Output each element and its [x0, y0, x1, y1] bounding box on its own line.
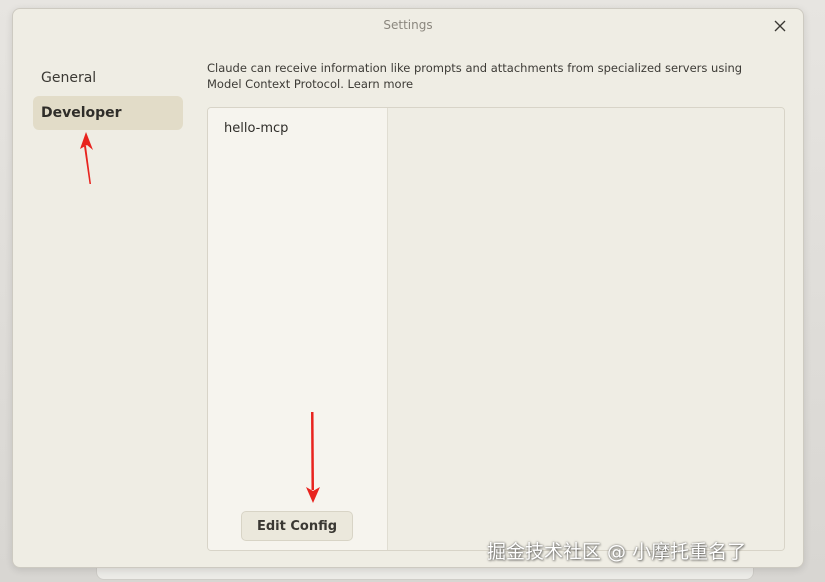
sidebar-item-developer[interactable]: Developer — [33, 96, 183, 130]
window-title: Settings — [383, 18, 433, 32]
watermark: 掘金技术社区 @ 小摩托重名了 — [487, 541, 747, 563]
titlebar: Settings — [13, 9, 803, 43]
mcp-servers-panel: hello-mcp Edit Config — [207, 107, 785, 551]
description-text: Claude can receive information like prom… — [207, 61, 743, 91]
server-item-hello-mcp[interactable]: hello-mcp — [224, 121, 288, 136]
mcp-description: Claude can receive information like prom… — [207, 60, 777, 92]
edit-config-button[interactable]: Edit Config — [241, 511, 353, 541]
server-detail-area — [388, 108, 784, 550]
settings-window: Settings General Developer Claude can re… — [12, 8, 804, 568]
sidebar-item-general[interactable]: General — [33, 61, 183, 95]
close-icon — [774, 20, 786, 32]
sidebar-item-label: Developer — [41, 105, 122, 121]
close-button[interactable] — [769, 15, 791, 37]
server-list: hello-mcp Edit Config — [208, 108, 388, 550]
sidebar-item-label: General — [41, 70, 97, 86]
learn-more-link[interactable]: Learn more — [348, 77, 414, 91]
